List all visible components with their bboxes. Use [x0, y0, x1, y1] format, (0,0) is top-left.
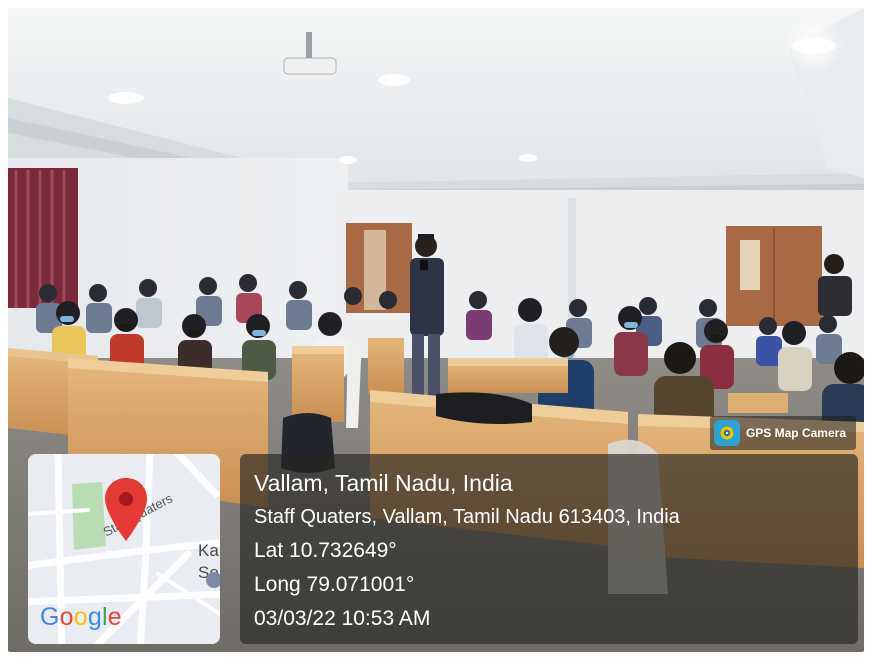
- gps-camera-badge: GPS Map Camera: [709, 416, 856, 450]
- google-logo: Google: [40, 603, 122, 632]
- google-logo-letter: G: [40, 603, 60, 631]
- location-address: Staff Quaters, Vallam, Tamil Nadu 613403…: [254, 506, 680, 528]
- google-logo-letter: g: [87, 603, 102, 631]
- location-title: Vallam, Tamil Nadu, India: [254, 470, 513, 496]
- google-logo-letter: o: [73, 603, 88, 631]
- longitude-readout: Long 79.071001°: [254, 573, 415, 596]
- gps-camera-badge-label: GPS Map Camera: [745, 426, 846, 440]
- location-info-panel: Vallam, Tamil Nadu, India Staff Quaters,…: [240, 454, 858, 644]
- google-logo-letter: e: [107, 603, 122, 631]
- map-partial-label-1: Ka: [198, 541, 219, 560]
- photo-frame: GPS Map Camera Staff Quaters Ka Se Googl…: [8, 8, 864, 652]
- datetime-stamp: 03/03/22 10:53 AM: [254, 607, 431, 630]
- latitude-readout: Lat 10.732649°: [254, 539, 397, 562]
- google-logo-letter: o: [59, 603, 74, 631]
- camera-icon: [713, 420, 740, 446]
- map-thumbnail: Staff Quaters Ka Se Google: [28, 454, 220, 644]
